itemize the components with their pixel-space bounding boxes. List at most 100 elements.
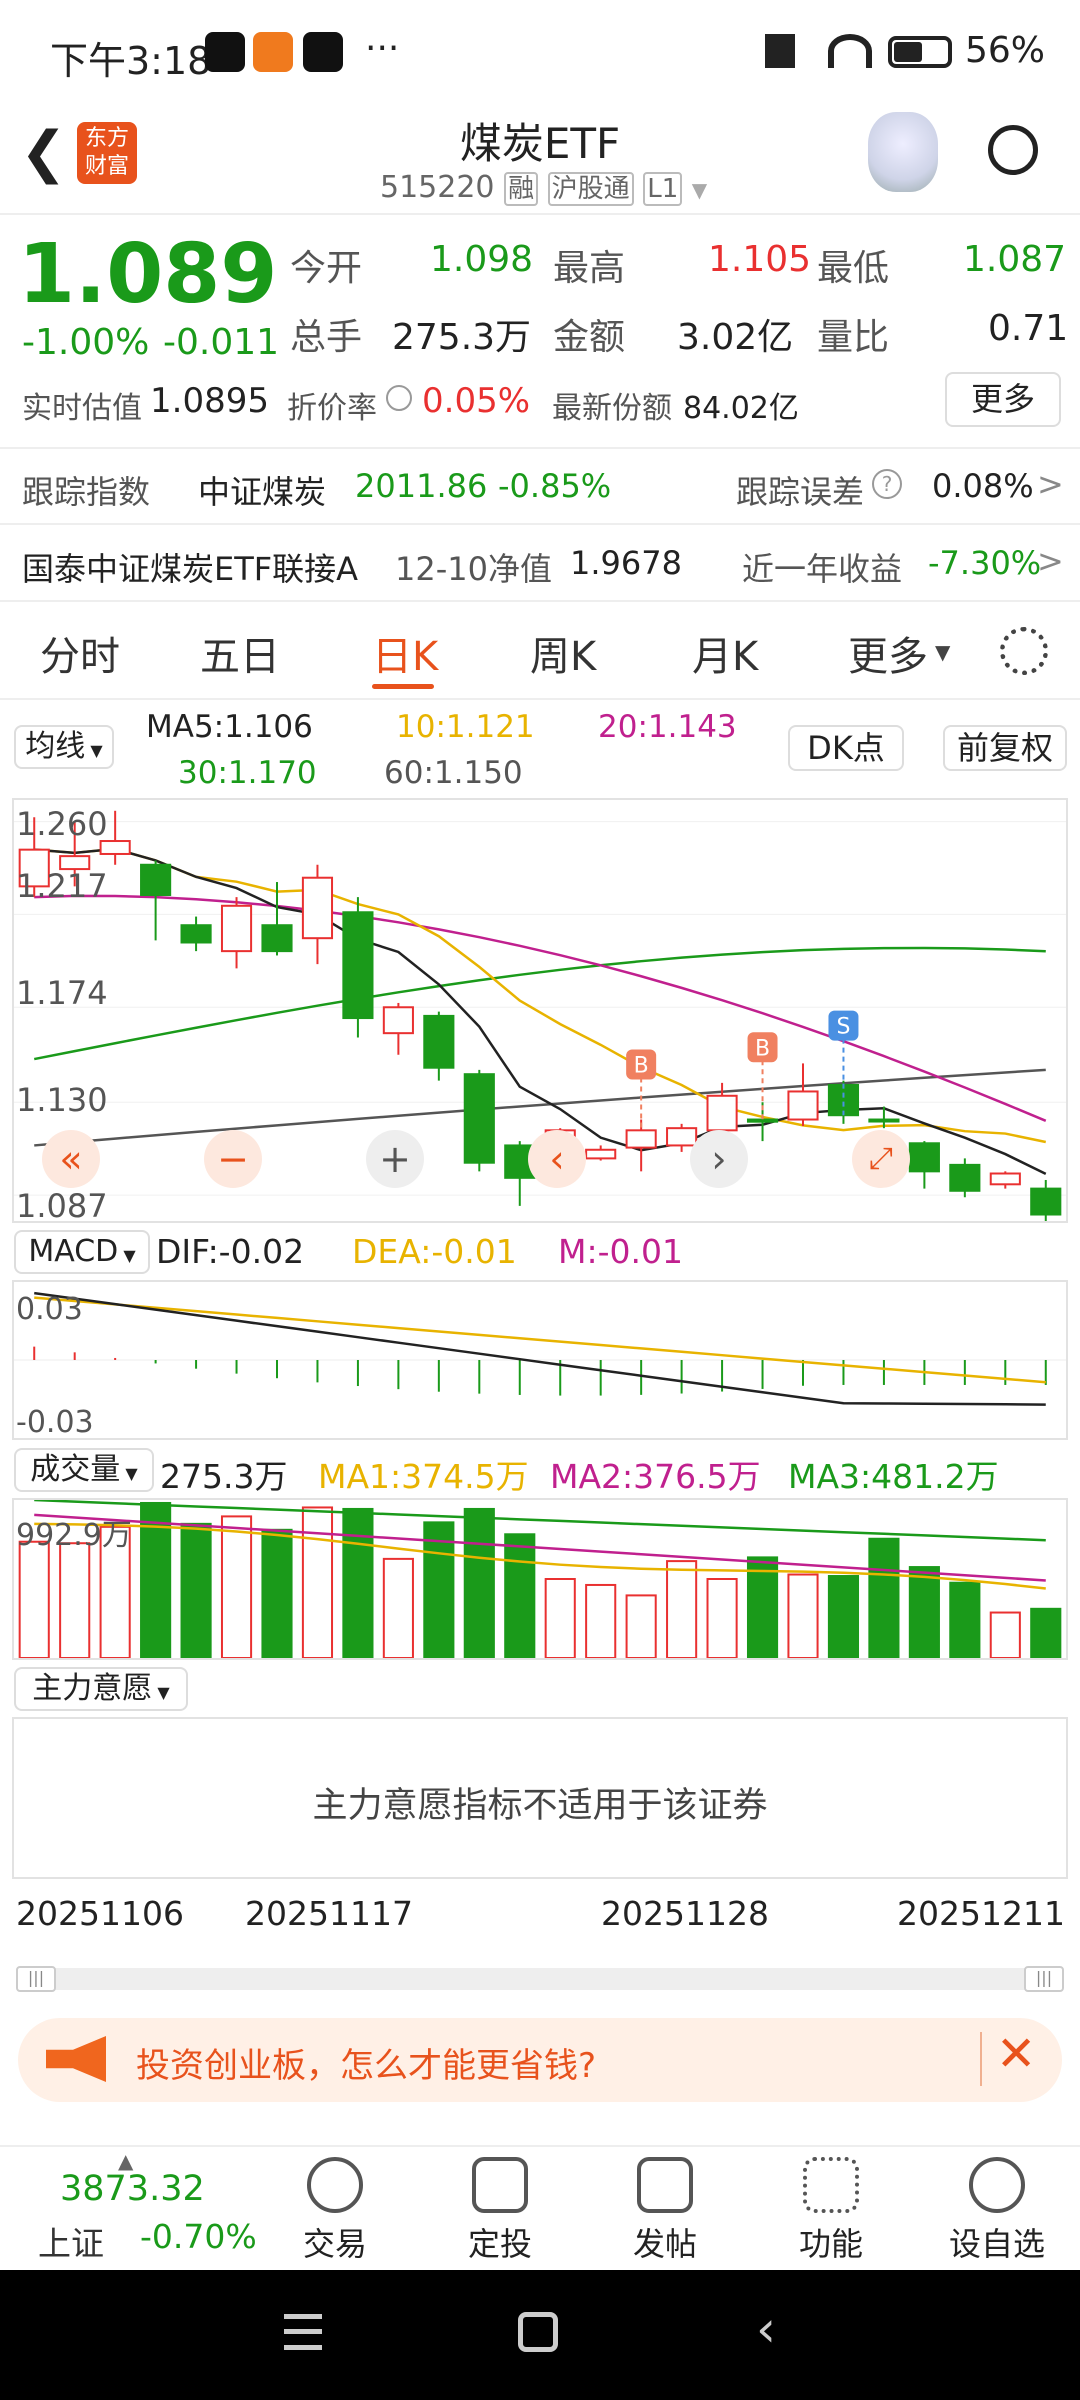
level-tag[interactable]: L1 [643,172,683,206]
scroll-left-icon[interactable]: « [42,1130,100,1188]
index-value[interactable]: 3873.32 [60,2169,205,2209]
index-pct[interactable]: -0.70% [140,2217,257,2256]
intent-select[interactable]: 主力意愿 ▼ [14,1667,188,1711]
date-label: 20251106 [16,1894,184,1933]
back-icon[interactable]: ❮ [20,120,67,185]
menu-icon[interactable] [284,2314,322,2350]
home-icon[interactable] [518,2312,558,2352]
tab-monthly-k[interactable]: 月K [692,624,758,682]
search-icon[interactable] [988,125,1038,175]
help-icon[interactable]: ? [872,469,902,499]
step-right-icon[interactable]: › [690,1130,748,1188]
linked-fund-name[interactable]: 国泰中证煤炭ETF联接A [22,544,358,590]
low-value: 1.087 [963,239,1067,280]
volume-bar [706,1578,738,1658]
ma60-value: 60:1.150 [384,755,523,791]
nav-value: 1.9678 [570,544,682,582]
more-button[interactable]: 更多 [945,372,1061,427]
candle-body [1030,1187,1062,1216]
volume-bar [504,1533,536,1658]
nav-post[interactable]: 发帖 [605,2157,725,2265]
back-nav-icon[interactable]: ‹ [756,2300,776,2358]
adjust-mode-button[interactable]: 前复权 [943,725,1067,771]
ma-legend: 均线 ▼ MA5:1.106 10:1.121 20:1.143 30:1.17… [0,705,1080,795]
volume-ma3: MA3:481.2万 [788,1457,999,1496]
indicator-select[interactable]: 均线 ▼ [14,725,114,769]
candle-body [342,911,374,1020]
divider [0,523,1080,525]
ad-text[interactable]: 投资创业板，怎么才能更省钱? [136,2038,596,2087]
current-price: 1.089 [18,227,278,322]
tracking-error-label: 跟踪误差 [736,473,865,511]
range-handle-right[interactable]: ||| [1024,1966,1064,1992]
nav-fixed-invest-label: 定投 [467,2225,532,2263]
candle-body [989,1172,1021,1186]
trade-icon [307,2157,363,2213]
volume-select[interactable]: 成交量 ▼ [14,1448,154,1492]
tracking-error-value: 0.08% [932,467,1034,505]
nav-functions[interactable]: 功能 [771,2157,891,2265]
range-slider[interactable]: ||| ||| [16,1966,1064,1992]
volume-current: 275.3万 [160,1457,288,1496]
kline-chart[interactable]: BBS 1.260 1.217 1.174 1.130 1.087 « − + … [12,798,1068,1225]
macd-chart[interactable]: 0.03 -0.03 [12,1280,1068,1440]
y-tick: 1.087 [16,1187,108,1225]
index-name[interactable]: 上证 [38,2217,104,2265]
range-handle-left[interactable]: ||| [16,1966,56,1992]
tab-more[interactable]: 更多 [848,624,928,682]
tracking-index-name[interactable]: 中证煤炭 [198,467,326,513]
active-tab-indicator [372,684,434,689]
dropdown-arrow-icon[interactable]: ▼ [935,640,950,664]
battery-icon [888,36,952,68]
volume-bar [544,1578,576,1658]
candle-body [868,1118,900,1123]
expand-icon[interactable]: ⤢ [852,1130,910,1188]
dk-point-button[interactable]: DK点 [788,725,904,771]
app-logo[interactable]: 东方财富 [77,122,137,184]
change-value: -0.011 [163,322,280,363]
tab-daily-k[interactable]: 日K [372,624,438,682]
nav-fixed-invest[interactable]: 定投 [440,2157,560,2265]
tab-intraday[interactable]: 分时 [40,624,120,682]
tab-five-day[interactable]: 五日 [200,624,280,682]
nav-add-watchlist[interactable]: 设自选 [937,2157,1057,2265]
edit-icon [637,2157,693,2213]
tab-weekly-k[interactable]: 周K [530,624,596,682]
page-title: 煤炭ETF [459,119,621,168]
divider [0,447,1080,449]
robot-assistant-icon[interactable] [868,112,938,192]
signal-icon [765,34,815,68]
y-tick: 1.260 [16,805,108,843]
margin-tag: 融 [504,172,539,206]
step-left-icon[interactable]: ‹ [528,1130,586,1188]
volume-select-label: 成交量 [30,1452,121,1487]
volume-bar [949,1581,981,1658]
period-tabs: 分时 五日 日K 周K 月K 更多 ▼ [0,600,1080,700]
share-value: 84.02亿 [683,391,799,426]
date-label: 20251211 [897,1894,1065,1933]
volume-bar [180,1522,212,1658]
dif-value: DIF:-0.02 [156,1232,305,1271]
volume-bar [585,1583,617,1658]
chevron-right-icon[interactable]: > [1037,465,1064,503]
macd-select[interactable]: MACD ▼ [14,1230,150,1274]
volume-bar [463,1507,495,1658]
volume-chart[interactable]: 992.9万 [12,1498,1068,1660]
dropdown-arrow-icon[interactable]: ▼ [692,178,707,202]
indicator-select-label: 均线 [25,729,86,764]
macd-svg [14,1291,1066,1406]
info-icon[interactable] [386,385,412,411]
zoom-out-icon[interactable]: − [204,1130,262,1188]
volume-bar [787,1573,819,1658]
volume-bar [301,1506,334,1658]
nav-label: 12-10净值 [395,550,552,588]
discount-value: 0.05% [422,381,531,421]
close-icon[interactable]: ✕ [996,2026,1036,2082]
zoom-in-icon[interactable]: + [366,1130,424,1188]
date-axis: 20251106 20251117 20251128 20251211 [0,1880,1080,1935]
settings-gear-icon[interactable] [1000,627,1048,675]
ad-banner[interactable]: 投资创业板，怎么才能更省钱? ✕ [18,2018,1062,2102]
chevron-right-icon[interactable]: > [1037,542,1064,580]
nav-trade[interactable]: 交易 [275,2157,395,2265]
yearly-return-label: 近一年收益 [742,550,903,588]
